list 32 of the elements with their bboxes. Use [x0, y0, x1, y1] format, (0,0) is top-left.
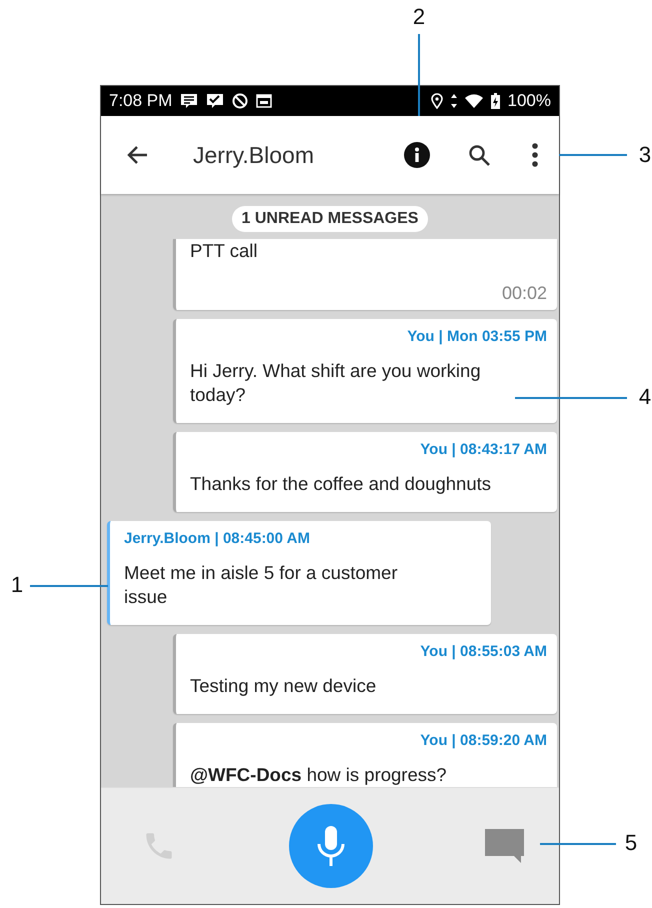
battery-level: 100% — [508, 91, 551, 111]
info-button[interactable] — [403, 141, 431, 169]
message-text: @WFC-Docs how is progress? — [190, 763, 448, 787]
status-time: 7:08 PM — [109, 91, 172, 111]
callout-number: 5 — [624, 830, 638, 856]
message-header: Jerry.Bloom | 08:45:00 AM — [124, 529, 311, 549]
message-text: Hi Jerry. What shift are you working today? — [190, 359, 482, 407]
message-text: PTT call — [190, 239, 259, 263]
callout-number: 3 — [638, 142, 652, 168]
message-header: You | 08:59:20 AM — [419, 731, 547, 751]
message-text: Meet me in aisle 5 for a customer issue — [124, 561, 398, 609]
message-header: You | 08:55:03 AM — [419, 642, 547, 662]
callout-number: 1 — [10, 572, 24, 598]
chat-button[interactable] — [485, 827, 525, 865]
message-text: Testing my new device — [190, 674, 378, 698]
callout-number: 2 — [412, 4, 426, 30]
message-icon — [180, 93, 198, 109]
unread-messages-badge: 1 UNREAD MESSAGES — [232, 206, 428, 232]
calendar-icon — [256, 94, 272, 108]
microphone-icon — [316, 824, 346, 868]
callout-number: 4 — [638, 384, 652, 410]
call-duration: 00:02 — [500, 283, 547, 304]
battery-icon — [490, 93, 500, 109]
data-arrows-icon — [450, 94, 457, 108]
message-header: You | Mon 03:55 PM — [406, 327, 547, 347]
message-header: You | 08:43:17 AM — [419, 440, 547, 460]
location-icon — [430, 93, 443, 109]
message-text: Thanks for the coffee and doughnuts — [190, 472, 492, 496]
wifi-icon — [464, 94, 483, 108]
blocked-icon — [232, 93, 248, 109]
contact-name: Jerry.Bloom — [193, 142, 315, 168]
check-icon — [206, 93, 224, 109]
